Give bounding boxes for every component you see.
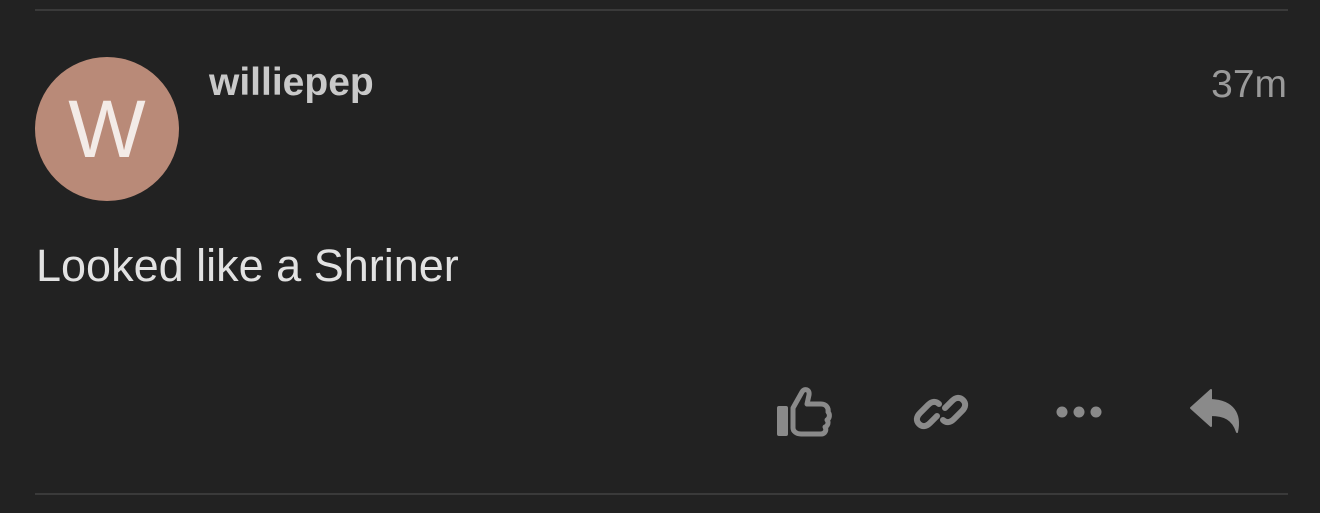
bottom-divider <box>35 493 1288 495</box>
thumbs-up-icon <box>773 384 833 440</box>
ellipsis-icon <box>1051 402 1107 422</box>
reply-icon <box>1187 384 1247 440</box>
avatar-letter: W <box>68 84 146 175</box>
post-body: Looked like a Shriner <box>36 240 459 291</box>
copy-link-button[interactable] <box>910 382 972 442</box>
username[interactable]: williepep <box>209 61 374 105</box>
post-actions <box>0 382 1320 442</box>
more-options-button[interactable] <box>1048 382 1110 442</box>
reply-button[interactable] <box>1186 382 1248 442</box>
like-button[interactable] <box>772 382 834 442</box>
avatar[interactable]: W <box>35 57 179 201</box>
link-icon <box>913 384 969 440</box>
post-timestamp[interactable]: 37m <box>1211 63 1287 107</box>
top-divider <box>35 9 1288 11</box>
post: W williepep 37m Looked like a Shriner <box>0 0 1320 513</box>
